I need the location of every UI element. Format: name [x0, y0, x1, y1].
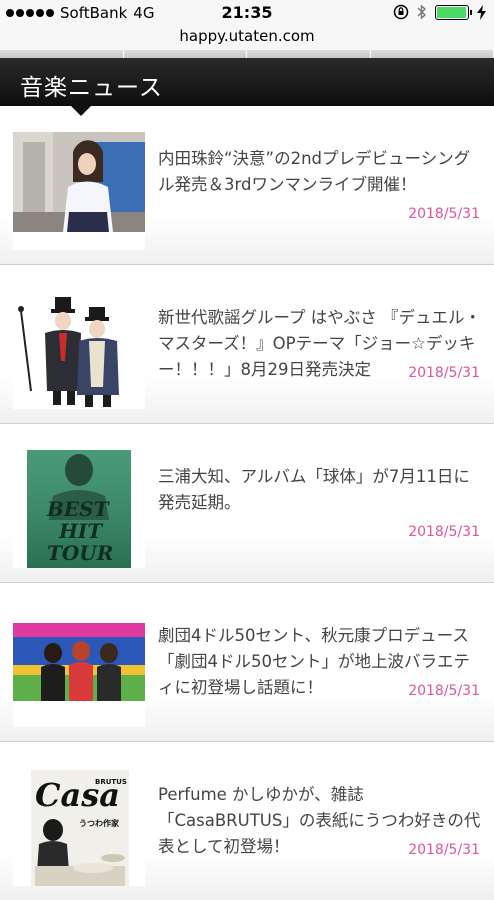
section-header: 音楽ニュース — [0, 58, 494, 106]
news-thumbnail[interactable]: Casa BRUTUS うつわ作家 — [13, 768, 145, 886]
news-item[interactable]: Casa BRUTUS うつわ作家 Perfume かしゆかが、雑誌「CasaB… — [0, 742, 494, 900]
news-date: 2018/5/31 — [408, 683, 480, 699]
magazine-subtitle: BRUTUS — [95, 778, 127, 786]
magazine-cover-text: うつわ作家 — [79, 818, 120, 828]
tab-strip — [0, 50, 494, 58]
address-bar[interactable]: happy.utaten.com — [0, 26, 494, 52]
news-date: 2018/5/31 — [408, 365, 480, 381]
bluetooth-icon — [417, 4, 427, 20]
url-text[interactable]: happy.utaten.com — [179, 27, 314, 45]
news-date: 2018/5/31 — [408, 524, 480, 540]
section-header-pointer — [71, 106, 91, 116]
news-date: 2018/5/31 — [408, 206, 480, 222]
tour-title-line2: HIT — [58, 519, 104, 543]
orientation-lock-icon — [393, 4, 409, 20]
battery-level — [437, 6, 466, 18]
news-headline[interactable]: 内田珠鈴“決意”の2ndプレデビューシングル発売＆3rdワンマンライブ開催！ — [158, 146, 484, 198]
news-date: 2018/5/31 — [408, 842, 480, 858]
news-item[interactable]: BEST HIT TOUR 三浦大知、アルバム「球体」が7月11日に発売延期。 … — [0, 424, 494, 583]
news-thumbnail[interactable] — [13, 291, 145, 409]
tour-title-line3: TOUR — [47, 541, 113, 565]
news-item[interactable]: 新世代歌謡グループ はやぶさ 『デュエル・マスターズ！』OPテーマ「ジョー☆デッ… — [0, 265, 494, 424]
section-title: 音楽ニュース — [20, 75, 163, 101]
battery-icon — [435, 4, 472, 20]
news-thumbnail[interactable] — [13, 609, 145, 727]
status-bar: SoftBank 4G 21:35 — [0, 0, 494, 26]
status-icons — [393, 4, 486, 20]
news-thumbnail[interactable] — [13, 132, 145, 250]
news-item[interactable]: 内田珠鈴“決意”の2ndプレデビューシングル発売＆3rdワンマンライブ開催！ 2… — [0, 106, 494, 265]
news-item[interactable]: 劇団4ドル50セント、秋元康プロデュース「劇団4ドル50セント」が地上波バラエテ… — [0, 583, 494, 742]
charging-icon — [477, 4, 486, 20]
news-thumbnail[interactable]: BEST HIT TOUR — [13, 450, 145, 568]
news-headline[interactable]: 三浦大知、アルバム「球体」が7月11日に発売延期。 — [158, 464, 484, 516]
tour-title-line1: BEST — [46, 497, 111, 521]
news-list: 内田珠鈴“決意”の2ndプレデビューシングル発売＆3rdワンマンライブ開催！ 2… — [0, 106, 494, 900]
